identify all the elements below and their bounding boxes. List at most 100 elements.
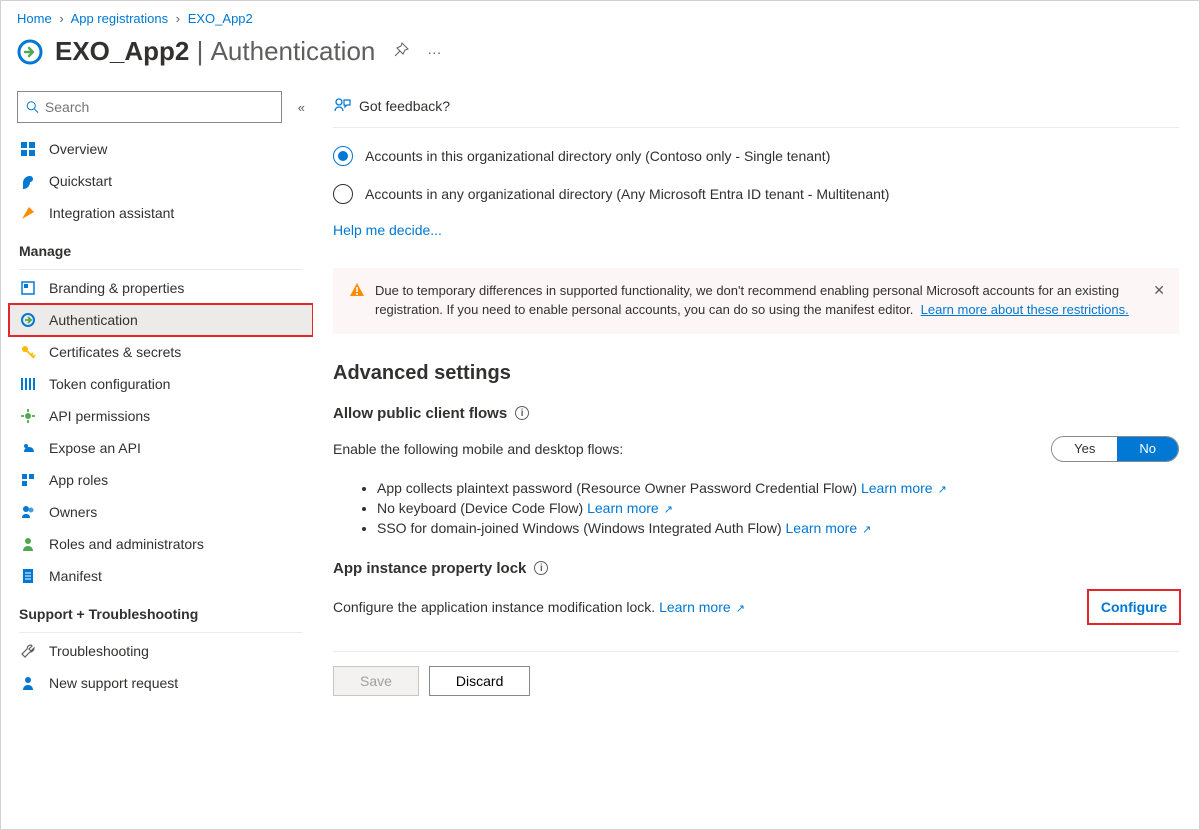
info-icon[interactable]: i bbox=[534, 561, 548, 575]
sidebar-item-manifest[interactable]: Manifest bbox=[9, 560, 313, 592]
radio-icon bbox=[333, 184, 353, 204]
learn-more-link[interactable]: Learn more ↗ bbox=[786, 520, 872, 536]
sidebar-item-label: Authentication bbox=[49, 312, 138, 328]
search-icon bbox=[26, 100, 39, 114]
warning-icon bbox=[349, 282, 365, 304]
roles-admins-icon bbox=[19, 535, 37, 553]
sidebar-item-owners[interactable]: Owners bbox=[9, 496, 313, 528]
branding-icon bbox=[19, 279, 37, 297]
lock-description: Configure the application instance modif… bbox=[333, 599, 745, 615]
external-link-icon: ↗ bbox=[935, 484, 947, 496]
pin-icon[interactable] bbox=[393, 42, 409, 61]
breadcrumb-app-registrations[interactable]: App registrations bbox=[71, 11, 169, 26]
sidebar-item-quickstart[interactable]: Quickstart bbox=[9, 165, 313, 197]
warning-alert: Due to temporary differences in supporte… bbox=[333, 268, 1179, 334]
external-link-icon: ↗ bbox=[733, 603, 745, 615]
feedback-button[interactable]: Got feedback? bbox=[333, 97, 450, 115]
sidebar: « Overview Quickstart Integration assist… bbox=[1, 87, 313, 820]
owners-icon bbox=[19, 503, 37, 521]
advanced-settings-heading: Advanced settings bbox=[333, 362, 1179, 385]
sidebar-item-branding[interactable]: Branding & properties bbox=[9, 272, 313, 304]
radio-single-tenant[interactable]: Accounts in this organizational director… bbox=[333, 146, 1179, 166]
sidebar-item-authentication[interactable]: Authentication bbox=[9, 304, 313, 336]
collapse-sidebar-icon[interactable]: « bbox=[298, 100, 305, 115]
toggle-yes[interactable]: Yes bbox=[1052, 437, 1117, 461]
more-icon[interactable]: ··· bbox=[427, 44, 441, 60]
close-icon[interactable]: ✕ bbox=[1153, 280, 1165, 300]
info-icon[interactable]: i bbox=[515, 406, 529, 420]
flow-item: App collects plaintext password (Resourc… bbox=[377, 480, 1179, 496]
sidebar-item-overview[interactable]: Overview bbox=[9, 133, 313, 165]
token-icon bbox=[19, 375, 37, 393]
sidebar-item-label: Branding & properties bbox=[49, 280, 184, 296]
sidebar-group-manage: Manage bbox=[9, 229, 313, 265]
external-link-icon: ↗ bbox=[859, 524, 871, 536]
sidebar-item-app-roles[interactable]: App roles bbox=[9, 464, 313, 496]
sidebar-item-label: Overview bbox=[49, 141, 107, 157]
sidebar-item-certs-secrets[interactable]: Certificates & secrets bbox=[9, 336, 313, 368]
external-link-icon: ↗ bbox=[661, 504, 673, 516]
sidebar-item-label: Owners bbox=[49, 504, 97, 520]
auth-icon bbox=[19, 311, 37, 329]
sidebar-item-label: Quickstart bbox=[49, 173, 112, 189]
page-header: EXO_App2 | Authentication ··· bbox=[1, 30, 1199, 87]
alert-body: Due to temporary differences in supporte… bbox=[375, 282, 1139, 320]
help-me-decide-link[interactable]: Help me decide... bbox=[333, 222, 1179, 238]
radio-label: Accounts in this organizational director… bbox=[365, 148, 830, 164]
alert-learn-more-link[interactable]: Learn more about these restrictions. bbox=[921, 302, 1129, 317]
sidebar-item-label: Expose an API bbox=[49, 440, 141, 456]
sidebar-item-api-permissions[interactable]: API permissions bbox=[9, 400, 313, 432]
sidebar-item-integration-assistant[interactable]: Integration assistant bbox=[9, 197, 313, 229]
integration-icon bbox=[19, 204, 37, 222]
sidebar-item-token-config[interactable]: Token configuration bbox=[9, 368, 313, 400]
radio-multitenant[interactable]: Accounts in any organizational directory… bbox=[333, 184, 1179, 204]
app-icon bbox=[17, 39, 43, 65]
sidebar-item-label: App roles bbox=[49, 472, 108, 488]
sidebar-item-troubleshooting[interactable]: Troubleshooting bbox=[9, 635, 313, 667]
learn-more-link[interactable]: Learn more ↗ bbox=[861, 480, 947, 496]
search-input[interactable] bbox=[17, 91, 282, 123]
troubleshooting-icon bbox=[19, 642, 37, 660]
public-client-toggle[interactable]: Yes No bbox=[1051, 436, 1179, 462]
support-icon bbox=[19, 674, 37, 692]
expose-api-icon bbox=[19, 439, 37, 457]
sidebar-item-label: Integration assistant bbox=[49, 205, 174, 221]
radio-label: Accounts in any organizational directory… bbox=[365, 186, 889, 202]
sidebar-item-label: New support request bbox=[49, 675, 178, 691]
chevron-right-icon: › bbox=[59, 11, 63, 26]
sidebar-item-label: Manifest bbox=[49, 568, 102, 584]
api-permissions-icon bbox=[19, 407, 37, 425]
breadcrumb-home[interactable]: Home bbox=[17, 11, 52, 26]
app-roles-icon bbox=[19, 471, 37, 489]
sidebar-item-label: Troubleshooting bbox=[49, 643, 149, 659]
save-button[interactable]: Save bbox=[333, 666, 419, 696]
feedback-icon bbox=[333, 97, 351, 115]
quickstart-icon bbox=[19, 172, 37, 190]
flow-item: SSO for domain-joined Windows (Windows I… bbox=[377, 520, 1179, 536]
public-client-flows-heading: Allow public client flows i bbox=[333, 405, 1179, 422]
radio-icon bbox=[333, 146, 353, 166]
sidebar-group-support: Support + Troubleshooting bbox=[9, 592, 313, 628]
discard-button[interactable]: Discard bbox=[429, 666, 530, 696]
learn-more-link[interactable]: Learn more ↗ bbox=[659, 599, 745, 615]
sidebar-item-label: Token configuration bbox=[49, 376, 170, 392]
manifest-icon bbox=[19, 567, 37, 585]
sidebar-item-roles-admins[interactable]: Roles and administrators bbox=[9, 528, 313, 560]
configure-button[interactable]: Configure bbox=[1089, 591, 1179, 623]
page-title-section: | Authentication bbox=[189, 36, 375, 67]
main-content: Got feedback? Accounts in this organizat… bbox=[313, 87, 1199, 820]
chevron-right-icon: › bbox=[176, 11, 180, 26]
flows-list: App collects plaintext password (Resourc… bbox=[377, 480, 1179, 536]
sidebar-item-new-support-request[interactable]: New support request bbox=[9, 667, 313, 699]
breadcrumb: Home › App registrations › EXO_App2 bbox=[1, 1, 1199, 30]
feedback-label: Got feedback? bbox=[359, 98, 450, 114]
enable-flows-text: Enable the following mobile and desktop … bbox=[333, 441, 623, 457]
toggle-no[interactable]: No bbox=[1117, 437, 1178, 461]
footer-bar: Save Discard bbox=[333, 651, 1179, 706]
sidebar-item-label: Certificates & secrets bbox=[49, 344, 181, 360]
overview-icon bbox=[19, 140, 37, 158]
sidebar-item-expose-api[interactable]: Expose an API bbox=[9, 432, 313, 464]
learn-more-link[interactable]: Learn more ↗ bbox=[587, 500, 673, 516]
breadcrumb-app[interactable]: EXO_App2 bbox=[188, 11, 253, 26]
page-title-app: EXO_App2 bbox=[55, 36, 189, 67]
